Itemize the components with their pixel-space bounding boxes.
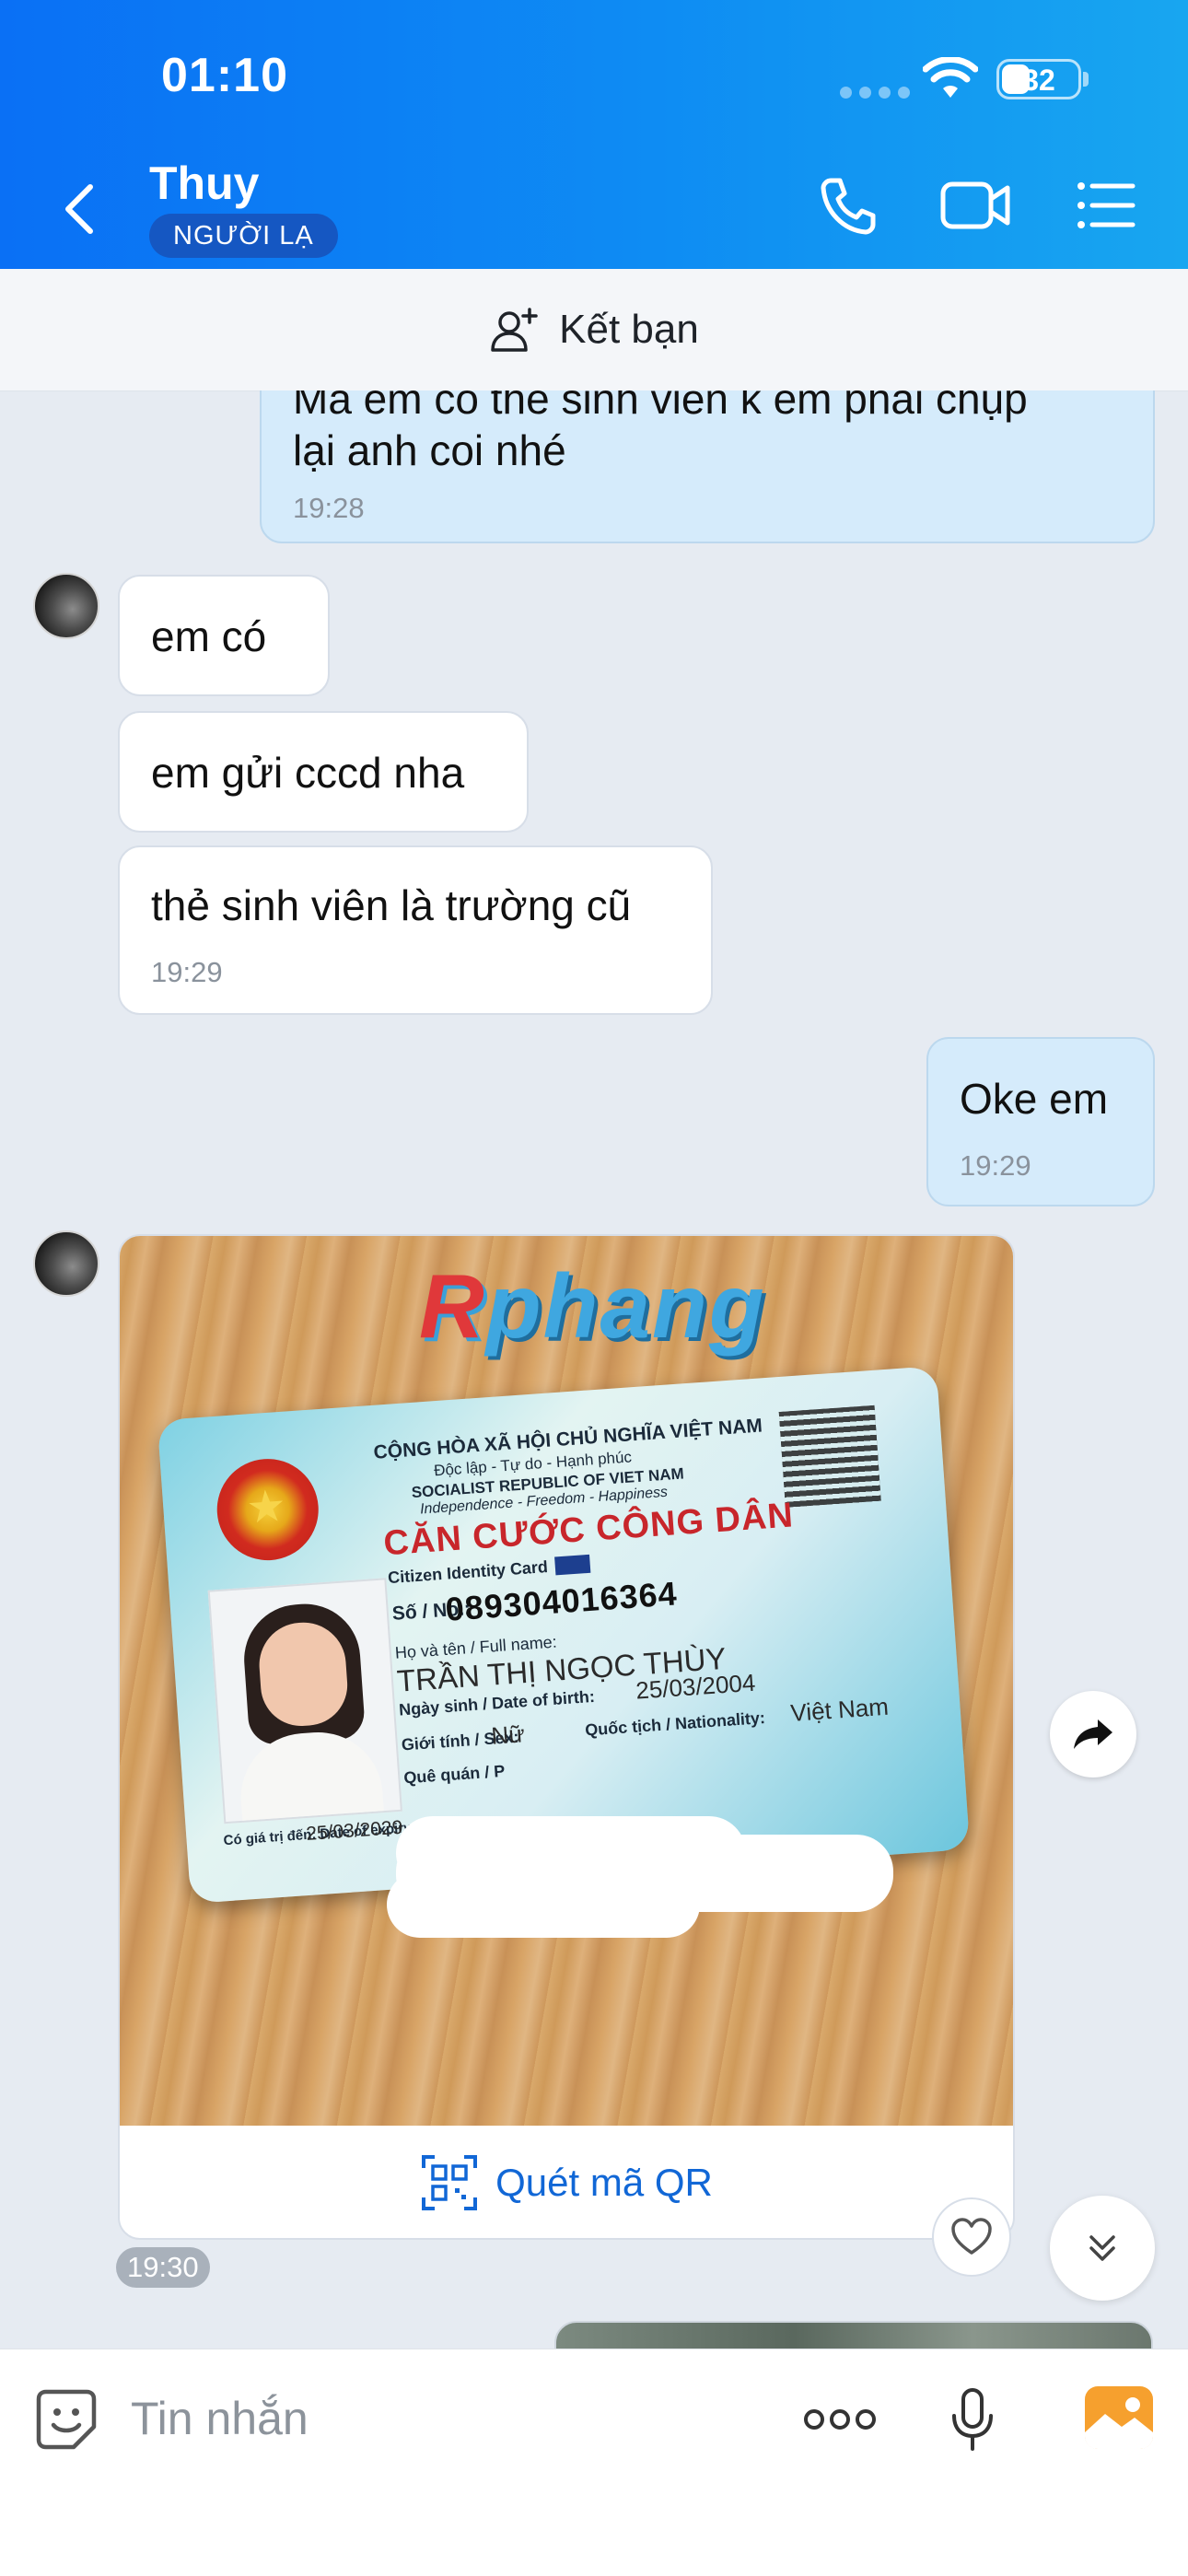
add-friend-icon bbox=[491, 308, 538, 352]
double-chevron-down-icon bbox=[1089, 2235, 1115, 2261]
contact-avatar[interactable] bbox=[33, 573, 99, 639]
add-friend-label: Kết bạn bbox=[559, 307, 699, 352]
card-qr-code bbox=[778, 1405, 881, 1508]
chip-icon bbox=[554, 1554, 591, 1576]
scan-qr-button[interactable]: Quét mã QR bbox=[120, 2126, 1013, 2238]
message-text: em gửi cccd nha bbox=[151, 749, 465, 797]
add-friend-button[interactable]: Kết bạn bbox=[0, 269, 1188, 391]
message-input[interactable]: Tin nhắn bbox=[131, 2392, 309, 2445]
scan-qr-label: Quét mã QR bbox=[495, 2161, 713, 2204]
video-call-icon[interactable] bbox=[939, 175, 1013, 236]
contact-avatar[interactable] bbox=[33, 1230, 99, 1297]
card-number: 089304016364 bbox=[444, 1574, 679, 1628]
stranger-badge: NGƯỜI LẠ bbox=[149, 214, 338, 258]
next-photo-message[interactable] bbox=[554, 2321, 1153, 2349]
sticker-emoji-icon[interactable] bbox=[33, 2386, 99, 2453]
photo-message[interactable]: Rphang CỘNG HÒA XÃ HỘI CHỦ NGHĨA VIỆT NA… bbox=[118, 1234, 1015, 2240]
gallery-image-icon[interactable] bbox=[1083, 2384, 1155, 2451]
microphone-icon[interactable] bbox=[949, 2386, 996, 2453]
redaction-mark bbox=[387, 1871, 700, 1938]
card-nationality-label: Quốc tịch / Nationality: bbox=[584, 1708, 766, 1740]
chat-header: 01:10 32 Thuy NGƯỜI LẠ bbox=[0, 0, 1188, 269]
menu-list-icon[interactable] bbox=[1076, 175, 1136, 236]
forward-button[interactable] bbox=[1050, 1691, 1136, 1778]
message-text: em có bbox=[151, 612, 267, 660]
scroll-to-bottom-button[interactable] bbox=[1050, 2196, 1155, 2301]
qr-scan-icon bbox=[422, 2155, 478, 2210]
message-text: thẻ sinh viên là trường cũ bbox=[151, 881, 632, 929]
message-time: 19:29 bbox=[151, 956, 223, 988]
national-emblem-icon bbox=[214, 1455, 322, 1564]
id-card-photo[interactable]: Rphang CỘNG HÒA XÃ HỘI CHỦ NGHĨA VIỆT NA… bbox=[120, 1236, 1013, 2126]
message-time: 19:28 bbox=[293, 492, 365, 524]
message-list[interactable]: Mà em có thẻ sinh viên k em phải chụp lạ… bbox=[0, 390, 1188, 2349]
message-bubble-outgoing[interactable]: Oke em 19:29 bbox=[926, 1037, 1155, 1206]
back-arrow-icon[interactable] bbox=[57, 180, 101, 239]
message-input-bar: Tin nhắn bbox=[0, 2349, 1188, 2576]
more-options-icon[interactable] bbox=[803, 2405, 877, 2434]
phone-call-icon[interactable] bbox=[818, 175, 879, 236]
message-bubble-incoming[interactable]: em có bbox=[118, 575, 330, 696]
card-sex: Nữ bbox=[490, 1719, 526, 1750]
message-text-line2: lại anh coi nhé bbox=[293, 426, 566, 474]
battery-icon: 32 bbox=[996, 59, 1081, 99]
contact-name[interactable]: Thuy bbox=[149, 157, 259, 210]
card-portrait bbox=[207, 1578, 402, 1824]
watermark-logo: Rphang bbox=[419, 1255, 766, 1357]
heart-icon bbox=[951, 2218, 992, 2255]
message-time-pill: 19:30 bbox=[116, 2247, 210, 2288]
react-heart-button[interactable] bbox=[932, 2197, 1011, 2277]
cellular-signal-icon bbox=[840, 87, 917, 103]
battery-level: 32 bbox=[1022, 64, 1055, 97]
message-bubble-incoming[interactable]: thẻ sinh viên là trường cũ 19:29 bbox=[118, 845, 713, 1015]
card-hometown-label: Quê quán / P bbox=[402, 1761, 506, 1788]
message-text: Mà em có thẻ sinh viên k em phải chụp bbox=[293, 390, 1028, 423]
forward-arrow-icon bbox=[1074, 1719, 1112, 1749]
status-time: 01:10 bbox=[161, 49, 288, 102]
card-expiry: 25/03/2029 bbox=[305, 1816, 404, 1846]
message-bubble-outgoing[interactable]: Mà em có thẻ sinh viên k em phải chụp lạ… bbox=[260, 390, 1155, 543]
card-nationality: Việt Nam bbox=[789, 1692, 890, 1727]
message-time: 19:29 bbox=[960, 1149, 1031, 1182]
message-text: Oke em bbox=[960, 1075, 1109, 1123]
wifi-icon bbox=[923, 57, 978, 98]
message-bubble-incoming[interactable]: em gửi cccd nha bbox=[118, 711, 529, 833]
